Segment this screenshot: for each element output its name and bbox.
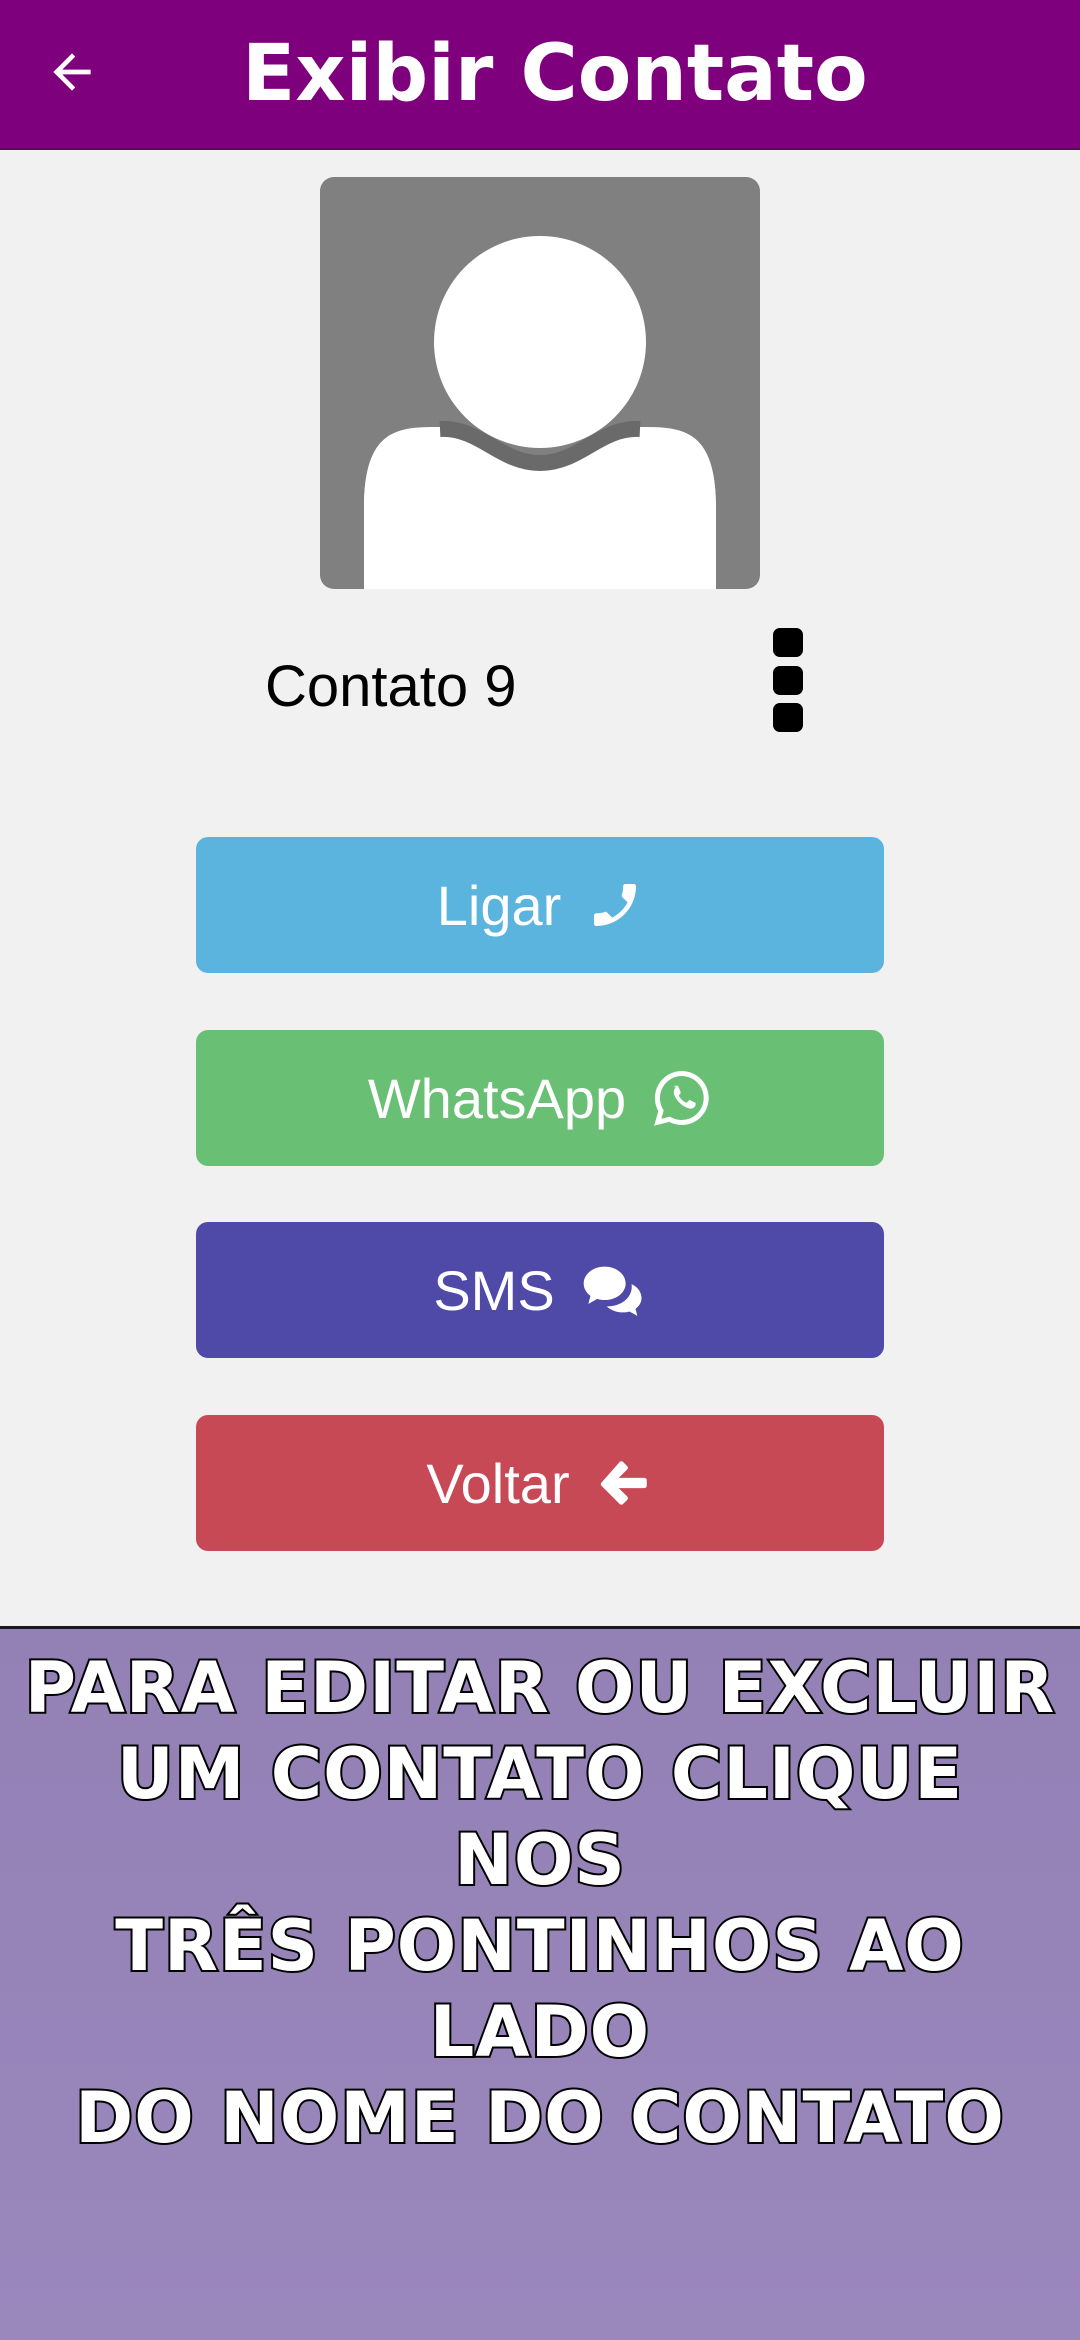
arrow-left-bold-icon bbox=[596, 1454, 654, 1512]
contact-options-menu-button[interactable] bbox=[760, 620, 816, 740]
back-button-label: Voltar bbox=[426, 1451, 570, 1515]
instructions-line: UM CONTATO CLIQUE NOS bbox=[115, 1731, 964, 1903]
phone-icon bbox=[587, 877, 643, 933]
back-button[interactable]: Voltar bbox=[196, 1415, 884, 1551]
vertical-dots-icon bbox=[773, 703, 803, 732]
instructions-line: DO NOME DO CONTATO bbox=[73, 2075, 1006, 2161]
instructions-line: PARA EDITAR OU EXCLUIR bbox=[23, 1645, 1057, 1731]
contact-avatar bbox=[320, 177, 760, 589]
back-arrow-button[interactable] bbox=[30, 30, 114, 114]
info-panel: PARA EDITAR OU EXCLUIR UM CONTATO CLIQUE… bbox=[0, 1629, 1080, 2340]
instructions-text: PARA EDITAR OU EXCLUIR UM CONTATO CLIQUE… bbox=[20, 1645, 1060, 2161]
app-bar: Exibir Contato bbox=[0, 0, 1080, 150]
instructions-line: TRÊS PONTINHOS AO LADO bbox=[113, 1903, 966, 2075]
whatsapp-icon bbox=[652, 1068, 712, 1128]
contact-name: Contato 9 bbox=[265, 654, 517, 719]
whatsapp-button-label: WhatsApp bbox=[367, 1066, 627, 1130]
call-button-label: Ligar bbox=[436, 873, 562, 937]
sms-button[interactable]: SMS bbox=[196, 1222, 884, 1358]
vertical-dots-icon bbox=[773, 665, 803, 695]
whatsapp-button[interactable]: WhatsApp bbox=[196, 1030, 884, 1166]
call-button[interactable]: Ligar bbox=[196, 837, 884, 973]
person-silhouette-icon bbox=[364, 236, 716, 589]
sms-button-label: SMS bbox=[433, 1258, 555, 1322]
chat-bubbles-icon bbox=[581, 1262, 647, 1318]
page-title: Exibir Contato bbox=[242, 29, 868, 119]
arrow-left-icon bbox=[53, 53, 91, 91]
vertical-dots-icon bbox=[773, 628, 803, 657]
